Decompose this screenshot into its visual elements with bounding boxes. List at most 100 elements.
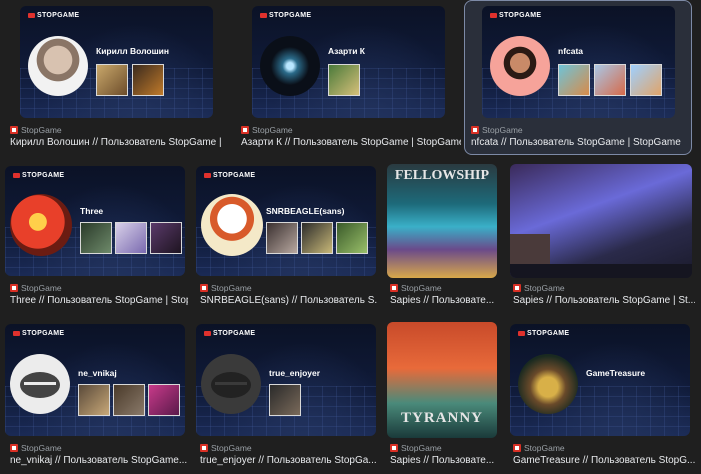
stopgame-logo: STOPGAME: [204, 172, 255, 179]
game-tile: [96, 64, 128, 96]
avatar: [201, 194, 263, 256]
game-tile: [558, 64, 590, 96]
result-thumbnail[interactable]: [510, 164, 692, 278]
game-tile: [301, 222, 333, 254]
result-thumbnail[interactable]: STOPGAME Азарти К: [252, 6, 445, 118]
result-title[interactable]: Sapies // Пользователь StopGame | St...: [513, 295, 695, 306]
avatar: [490, 36, 550, 96]
result-card-ne-vnikaj[interactable]: STOPGAME ne_vnikaj StopGame ne_vnikaj //…: [0, 320, 190, 474]
result-card-nfcata[interactable]: STOPGAME nfcata StopGame nfcata // Польз…: [464, 0, 692, 155]
game-tile: [115, 222, 147, 254]
stopgame-favicon-icon: [10, 284, 18, 292]
source-label[interactable]: StopGame: [10, 283, 62, 293]
source-label[interactable]: StopGame: [10, 125, 62, 135]
avatar: [10, 194, 72, 256]
stopgame-logo: STOPGAME: [204, 330, 255, 337]
streamer-cam: [510, 234, 550, 264]
result-title[interactable]: Three // Пользователь StopGame | Stop...: [10, 295, 188, 306]
username: Азарти К: [328, 46, 365, 56]
result-thumbnail[interactable]: STOPGAME GameTreasure: [510, 324, 690, 436]
source-label[interactable]: StopGame: [513, 283, 565, 293]
game-tile: [150, 222, 182, 254]
stopgame-logo: STOPGAME: [260, 12, 311, 19]
game-tile: [336, 222, 368, 254]
result-thumbnail[interactable]: TYRANNY: [387, 322, 497, 438]
source-label[interactable]: StopGame: [10, 443, 62, 453]
game-tile: [266, 222, 298, 254]
result-title[interactable]: Кирилл Волошин // Пользователь StopGame …: [10, 137, 225, 148]
username: GameTreasure: [586, 368, 646, 378]
result-thumbnail[interactable]: STOPGAME Кирилл Волошин: [20, 6, 213, 118]
game-tile: [80, 222, 112, 254]
game-tile: [113, 384, 145, 416]
source-label[interactable]: StopGame: [471, 125, 523, 135]
poster-title: FELLOWSHIP: [394, 168, 490, 183]
username: ne_vnikaj: [78, 368, 117, 378]
stopgame-logo: STOPGAME: [13, 330, 64, 337]
result-title[interactable]: Sapies // Пользовате...: [390, 455, 502, 466]
stopgame-favicon-icon: [513, 444, 521, 452]
source-label[interactable]: StopGame: [200, 443, 252, 453]
stopgame-logo: STOPGAME: [13, 172, 64, 179]
result-thumbnail[interactable]: STOPGAME nfcata: [482, 6, 675, 118]
result-thumbnail[interactable]: STOPGAME SNRBEAGLE(sans): [196, 166, 376, 276]
stopgame-favicon-icon: [471, 126, 479, 134]
ninja-mask-icon: [211, 372, 251, 398]
stopgame-logo: STOPGAME: [518, 330, 569, 337]
stopgame-favicon-icon: [200, 284, 208, 292]
username: Кирилл Волошин: [96, 46, 170, 56]
result-title[interactable]: Азарти К // Пользователь StopGame | Stop…: [241, 137, 461, 148]
username: nfcata: [558, 46, 584, 56]
result-card-fellowship[interactable]: FELLOWSHIP StopGame Sapies // Пользовате…: [380, 160, 505, 310]
avatar: [260, 36, 320, 96]
result-card-gametreasure[interactable]: STOPGAME GameTreasure StopGame GameTreas…: [505, 320, 695, 474]
stopgame-logo: STOPGAME: [490, 12, 541, 19]
avatar: [518, 354, 578, 414]
username: true_enjoyer: [269, 368, 321, 378]
stopgame-favicon-icon: [390, 444, 398, 452]
result-title[interactable]: Sapies // Пользовате...: [390, 295, 502, 306]
game-tile: [148, 384, 180, 416]
poster-title: TYRANNY: [401, 410, 483, 426]
source-label[interactable]: StopGame: [390, 443, 442, 453]
result-card-true-enjoyer[interactable]: STOPGAME true_enjoyer StopGame true_enjo…: [190, 320, 380, 474]
stopgame-favicon-icon: [10, 126, 18, 134]
stopgame-favicon-icon: [10, 444, 18, 452]
source-label[interactable]: StopGame: [241, 125, 293, 135]
game-tile: [78, 384, 110, 416]
result-title[interactable]: GameTreasure // Пользователь StopG...: [513, 455, 695, 466]
ninja-mask-icon: [20, 372, 60, 398]
game-tile: [269, 384, 301, 416]
result-card-tyranny[interactable]: TYRANNY StopGame Sapies // Пользовате...: [380, 320, 505, 474]
result-thumbnail[interactable]: STOPGAME ne_vnikaj: [5, 324, 185, 436]
result-title[interactable]: true_enjoyer // Пользователь StopGa...: [200, 455, 378, 466]
source-label[interactable]: StopGame: [200, 283, 252, 293]
game-tile: [630, 64, 662, 96]
game-tile: [594, 64, 626, 96]
avatar: [10, 354, 70, 414]
avatar: [201, 354, 261, 414]
stopgame-favicon-icon: [513, 284, 521, 292]
avatar: [28, 36, 88, 96]
result-card-azarti[interactable]: STOPGAME Азарти К StopGame Азарти К // П…: [232, 0, 462, 155]
result-card-three[interactable]: STOPGAME Three StopGame Three // Пользов…: [0, 160, 190, 310]
stopgame-logo: STOPGAME: [28, 12, 79, 19]
result-thumbnail[interactable]: FELLOWSHIP: [387, 164, 497, 278]
game-tile: [328, 64, 360, 96]
result-card-snrbeagle[interactable]: STOPGAME SNRBEAGLE(sans) StopGame SNRBEA…: [190, 160, 380, 310]
stopgame-favicon-icon: [390, 284, 398, 292]
result-title[interactable]: ne_vnikaj // Пользователь StopGame...: [10, 455, 188, 466]
game-tile: [132, 64, 164, 96]
result-card-sapies-gameplay[interactable]: StopGame Sapies // Пользователь StopGame…: [505, 160, 695, 310]
result-title[interactable]: SNRBEAGLE(sans) // Пользователь S...: [200, 295, 378, 306]
stopgame-favicon-icon: [200, 444, 208, 452]
result-thumbnail[interactable]: STOPGAME Three: [5, 166, 185, 276]
source-label[interactable]: StopGame: [513, 443, 565, 453]
stopgame-favicon-icon: [241, 126, 249, 134]
result-card-kirill[interactable]: STOPGAME Кирилл Волошин StopGame Кирилл …: [0, 0, 230, 155]
result-title[interactable]: nfcata // Пользователь StopGame | StopGa…: [471, 137, 689, 148]
result-thumbnail[interactable]: STOPGAME true_enjoyer: [196, 324, 376, 436]
game-hud: [510, 264, 692, 278]
username: Three: [80, 206, 104, 216]
source-label[interactable]: StopGame: [390, 283, 442, 293]
